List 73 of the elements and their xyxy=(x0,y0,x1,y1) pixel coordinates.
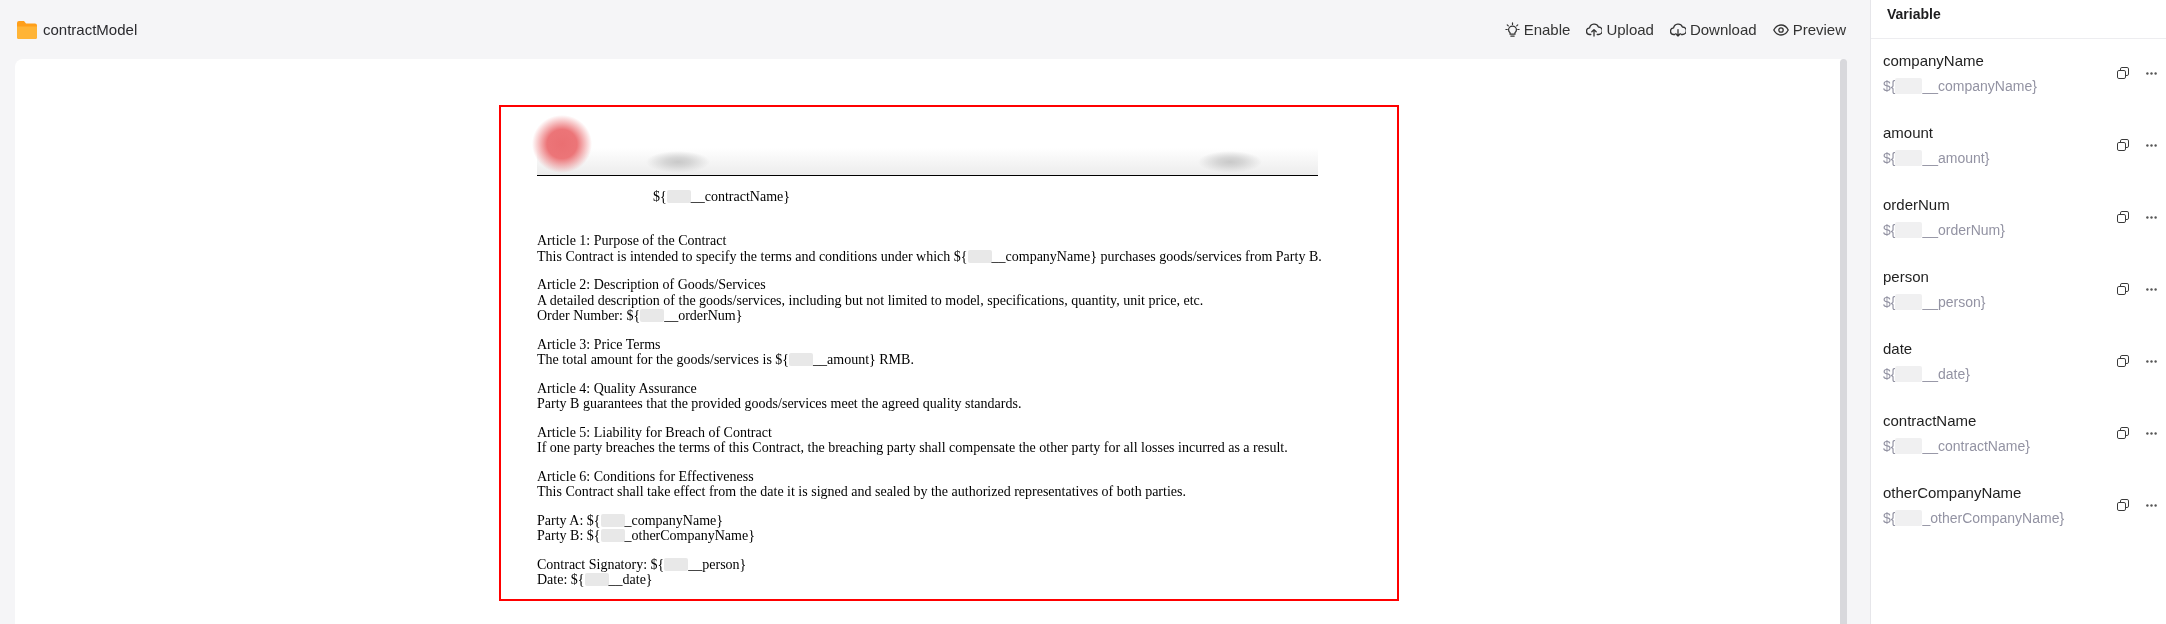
folder-icon xyxy=(17,20,37,39)
more-icon[interactable] xyxy=(2146,143,2157,147)
more-icon[interactable] xyxy=(2146,215,2157,219)
article-heading: Article 1: Purpose of the Contract xyxy=(537,233,727,248)
contract-text: __orderNum} xyxy=(664,308,743,323)
contract-text: __date} xyxy=(608,572,653,587)
contract-text: Order Number: ${ xyxy=(537,308,641,323)
contract-text: This Contract is intended to specify the terms and conditions under which ${ xyxy=(537,248,968,264)
variable-name: otherCompanyName xyxy=(1883,482,2022,503)
more-icon[interactable] xyxy=(2146,287,2157,291)
article-heading: Article 5: Liability for Breach of Contract xyxy=(537,424,772,440)
copy-icon[interactable] xyxy=(2117,283,2129,295)
variable-expression: ${ xyxy=(1883,436,1896,456)
scrollbar[interactable] xyxy=(1840,59,1847,624)
contract-text: Date: ${ xyxy=(537,572,585,587)
article-heading: Article 3: Price Terms xyxy=(537,336,661,352)
variable-expression: _otherCompanyName} xyxy=(1922,508,2065,528)
more-icon[interactable] xyxy=(2146,359,2157,363)
contract-text: __amount} RMB. xyxy=(813,352,914,367)
variable-expression: __orderNum} xyxy=(1922,220,2005,240)
article-heading: Article 2: Description of Goods/Services xyxy=(537,277,766,292)
contract-text: __companyName} purchases goods/services from Party B. xyxy=(991,248,1322,264)
download-button[interactable]: Download xyxy=(1669,21,1757,38)
contract-text: Party B: ${ xyxy=(537,528,601,543)
variable-expression: __date} xyxy=(1922,364,1970,384)
variable-expression: ${ xyxy=(1883,508,1896,528)
contract-text: Party B guarantees that the provided goods/services meet the agreed quality standards. xyxy=(537,396,1022,411)
variable-expression: ${ xyxy=(1883,220,1896,240)
contract-text: The total amount for the goods/services is ${ xyxy=(537,352,790,367)
enable-button[interactable]: Enable xyxy=(1504,21,1571,38)
variable-expression: ${ xyxy=(1883,292,1896,312)
variable-name: contractName xyxy=(1883,410,1977,431)
preview-button[interactable]: Preview xyxy=(1772,21,1846,38)
variable-expression: ${ xyxy=(1883,364,1896,384)
contract-text: A detailed description of the goods/services, including but not limited to model, specifications, quantity, unit price, etc. xyxy=(537,292,1204,308)
variable-name: person xyxy=(1883,266,1929,287)
variable-name: date xyxy=(1883,338,1913,359)
article-heading: Article 6: Conditions for Effectiveness xyxy=(537,468,754,484)
variable-expression: ${ xyxy=(1883,148,1896,168)
contract-text: __person} xyxy=(688,556,747,572)
more-icon[interactable] xyxy=(2146,71,2157,75)
contract-text: _companyName} xyxy=(624,512,723,528)
panel-title: Variable xyxy=(1887,5,1941,24)
copy-icon[interactable] xyxy=(2117,499,2129,511)
contract-text: This Contract shall take effect from the date it is signed and sealed by the authorized representatives of both parties. xyxy=(537,484,1186,499)
copy-icon[interactable] xyxy=(2117,427,2129,439)
upload-button[interactable]: Upload xyxy=(1586,21,1654,38)
contract-title: ${ xyxy=(653,189,667,204)
variable-name: amount xyxy=(1883,122,1934,143)
cloud-upload-icon xyxy=(1586,22,1603,37)
contract-title: __contractName} xyxy=(690,189,790,204)
copy-icon[interactable] xyxy=(2117,211,2129,223)
contract-text: Party A: ${ xyxy=(537,512,601,528)
cloud-download-icon xyxy=(1669,22,1686,37)
variable-expression: __companyName} xyxy=(1922,76,2037,96)
contract-text: _otherCompanyName} xyxy=(624,528,755,543)
more-icon[interactable] xyxy=(2146,503,2157,507)
copy-icon[interactable] xyxy=(2117,355,2129,367)
variable-name: companyName xyxy=(1883,50,1984,71)
eye-icon xyxy=(1772,23,1789,36)
article-heading: Article 4: Quality Assurance xyxy=(537,380,697,396)
variable-expression: __contractName} xyxy=(1922,436,2030,456)
more-icon[interactable] xyxy=(2146,431,2157,435)
lightbulb-icon xyxy=(1504,22,1520,37)
file-title: contractModel xyxy=(43,21,138,38)
variable-expression: ${ xyxy=(1883,76,1896,96)
variable-expression: __amount} xyxy=(1922,148,1990,168)
copy-icon[interactable] xyxy=(2117,139,2129,151)
variable-expression: __person} xyxy=(1922,292,1986,312)
contract-text: Contract Signatory: ${ xyxy=(537,556,665,572)
variable-name: orderNum xyxy=(1883,194,1950,215)
contract-text: If one party breaches the terms of this Contract, the breaching party shall compensate the other party for all losses incurred as a result. xyxy=(537,440,1288,455)
copy-icon[interactable] xyxy=(2117,67,2129,79)
